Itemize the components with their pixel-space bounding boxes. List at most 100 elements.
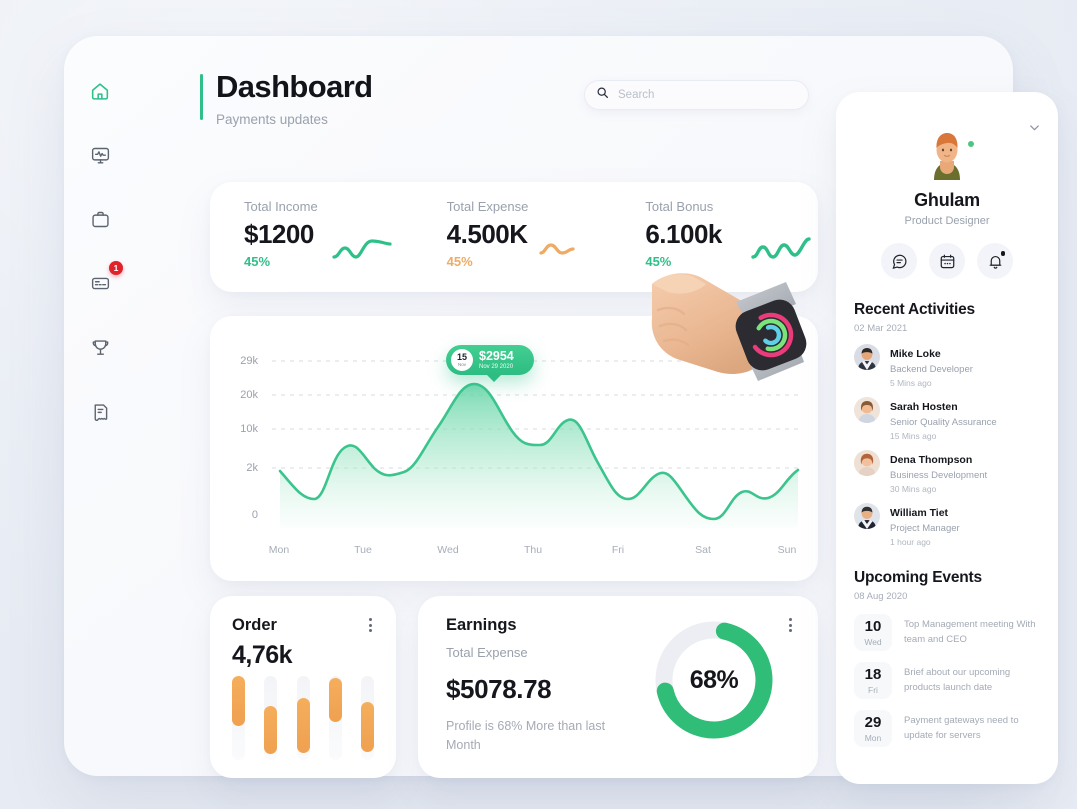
calendar-icon[interactable]: [929, 243, 965, 279]
chat-icon[interactable]: [881, 243, 917, 279]
order-title: Order: [232, 616, 277, 634]
activity-time: 30 Mins ago: [890, 484, 937, 494]
kebab-menu-icon[interactable]: [365, 616, 376, 634]
event-date-badge: 10 Wed: [854, 614, 892, 651]
x-axis-label: Sun: [777, 544, 797, 556]
activity-text: Mike Loke Backend Developer 5 Mins ago: [890, 344, 973, 388]
bell-notification-dot: [1000, 251, 1005, 256]
event-date-badge: 29 Mon: [854, 710, 892, 747]
recent-activities-list: Mike Loke Backend Developer 5 Mins ago S…: [854, 344, 1040, 547]
bar-fill: [328, 678, 342, 722]
list-item[interactable]: William Tiet Project Manager 1 hour ago: [854, 503, 1040, 547]
earnings-donut-percent: 68%: [689, 665, 739, 694]
event-day: 18: [864, 666, 882, 683]
tooltip-day: 15: [456, 351, 467, 362]
activity-role: Senior Quality Assurance: [890, 417, 997, 428]
activity-name: Sarah Hosten: [890, 401, 958, 413]
list-item[interactable]: 29 Mon Payment gateways need to update f…: [854, 710, 1040, 747]
stat-total-bonus: Total Bonus 6.100k 45%: [619, 199, 818, 292]
profile-name: Ghulam: [914, 190, 980, 210]
activity-name: Dena Thompson: [890, 454, 973, 466]
sidebar-badge-cards: 1: [109, 261, 123, 275]
profile-role: Product Designer: [904, 215, 990, 227]
page-subtitle: Payments updates: [216, 112, 328, 128]
earnings-card: Earnings Total Expense $5078.78 Profile …: [418, 596, 818, 778]
sparkline-down-icon: [533, 235, 595, 265]
x-axis-label: Wed: [437, 544, 459, 556]
order-card: Order 4,76k: [210, 596, 396, 778]
activity-role: Business Development: [890, 470, 988, 481]
upcoming-events-title: Upcoming Events: [854, 569, 982, 586]
briefcase-icon: [90, 209, 111, 230]
app-window: 1 Dashboard Payments updates Search Tota…: [64, 36, 1058, 784]
chevron-down-icon[interactable]: [1027, 120, 1042, 140]
right-panel: Ghulam Product Designer Recent Activitie…: [836, 92, 1058, 784]
bar-track: [296, 676, 310, 760]
order-card-header: Order: [232, 616, 376, 635]
list-item[interactable]: Dena Thompson Business Development 30 Mi…: [854, 450, 1040, 494]
title-block: Dashboard Payments updates: [216, 69, 373, 128]
monitor-pulse-icon: [90, 145, 111, 166]
kebab-menu-icon[interactable]: [785, 616, 796, 634]
bar-track: [361, 676, 374, 760]
avatar[interactable]: [921, 128, 975, 180]
sparkline-up-icon: [331, 235, 393, 265]
bar-track: [264, 676, 278, 760]
list-item[interactable]: 10 Wed Top Management meeting With team …: [854, 614, 1040, 651]
stat-label: Total Bonus: [645, 199, 714, 214]
event-text: Brief about our upcoming products launch…: [904, 667, 1011, 693]
tooltip-month: Nov: [457, 361, 466, 367]
title-divider: [200, 74, 203, 120]
recent-activities-title: Recent Activities: [854, 301, 975, 318]
bar-track: [328, 676, 342, 760]
order-value: 4,76k: [232, 641, 293, 669]
activity-role: Project Manager: [890, 523, 960, 534]
avatar: [854, 450, 880, 476]
tooltip-date: Nov 29 2020: [479, 364, 514, 371]
sidebar-item-rewards[interactable]: [83, 330, 117, 364]
search-input[interactable]: [618, 89, 797, 101]
home-icon: [89, 80, 111, 102]
page-header: Dashboard Payments updates: [154, 62, 814, 142]
upcoming-events-list: 10 Wed Top Management meeting With team …: [854, 614, 1040, 747]
tooltip-amount: $2954: [479, 348, 514, 363]
document-icon: [90, 401, 111, 422]
order-bar-chart: [232, 676, 374, 760]
x-axis-label: Mon: [268, 544, 290, 556]
sidebar-item-analytics[interactable]: [83, 138, 117, 172]
sidebar-item-reports[interactable]: [83, 394, 117, 428]
list-item[interactable]: Sarah Hosten Senior Quality Assurance 15…: [854, 397, 1040, 441]
online-status-dot: [967, 140, 975, 148]
event-day: 10: [864, 618, 882, 635]
search-icon: [596, 86, 609, 104]
tooltip-day-badge: 15 Nov: [451, 349, 473, 371]
earnings-note: Profile is 68% More than last Month: [446, 719, 606, 753]
activity-text: William Tiet Project Manager 1 hour ago: [890, 503, 960, 547]
search-bar[interactable]: [584, 80, 809, 110]
event-day: 29: [864, 714, 882, 731]
bell-icon[interactable]: [977, 243, 1013, 279]
x-axis-label: Fri: [611, 544, 625, 556]
sidebar-item-cards[interactable]: 1: [83, 261, 123, 300]
list-item[interactable]: Mike Loke Backend Developer 5 Mins ago: [854, 344, 1040, 388]
sidebar-item-briefcase[interactable]: [83, 202, 117, 236]
tooltip-body: $2954 Nov 29 2020: [479, 348, 514, 371]
bar-track: [232, 676, 245, 760]
avatar: [854, 397, 880, 423]
sidebar-item-home[interactable]: [83, 74, 117, 108]
activity-text: Dena Thompson Business Development 30 Mi…: [890, 450, 987, 494]
activity-time: 5 Mins ago: [890, 378, 932, 388]
bar-fill: [264, 706, 278, 754]
bar-fill: [296, 698, 310, 753]
activity-name: William Tiet: [890, 507, 949, 519]
sidebar: 1: [64, 36, 136, 776]
activity-text: Sarah Hosten Senior Quality Assurance 15…: [890, 397, 997, 441]
stats-card: Total Income $1200 45% Total Expense 4.5…: [210, 182, 818, 292]
sparkline-up-icon: [750, 235, 812, 265]
event-weekday: Fri: [868, 685, 878, 695]
trophy-icon: [90, 337, 111, 358]
x-axis-label: Sat: [695, 544, 711, 556]
page-title: Dashboard: [216, 69, 373, 104]
recent-activities-date: 02 Mar 2021: [854, 323, 908, 334]
list-item[interactable]: 18 Fri Brief about our upcoming products…: [854, 662, 1040, 699]
